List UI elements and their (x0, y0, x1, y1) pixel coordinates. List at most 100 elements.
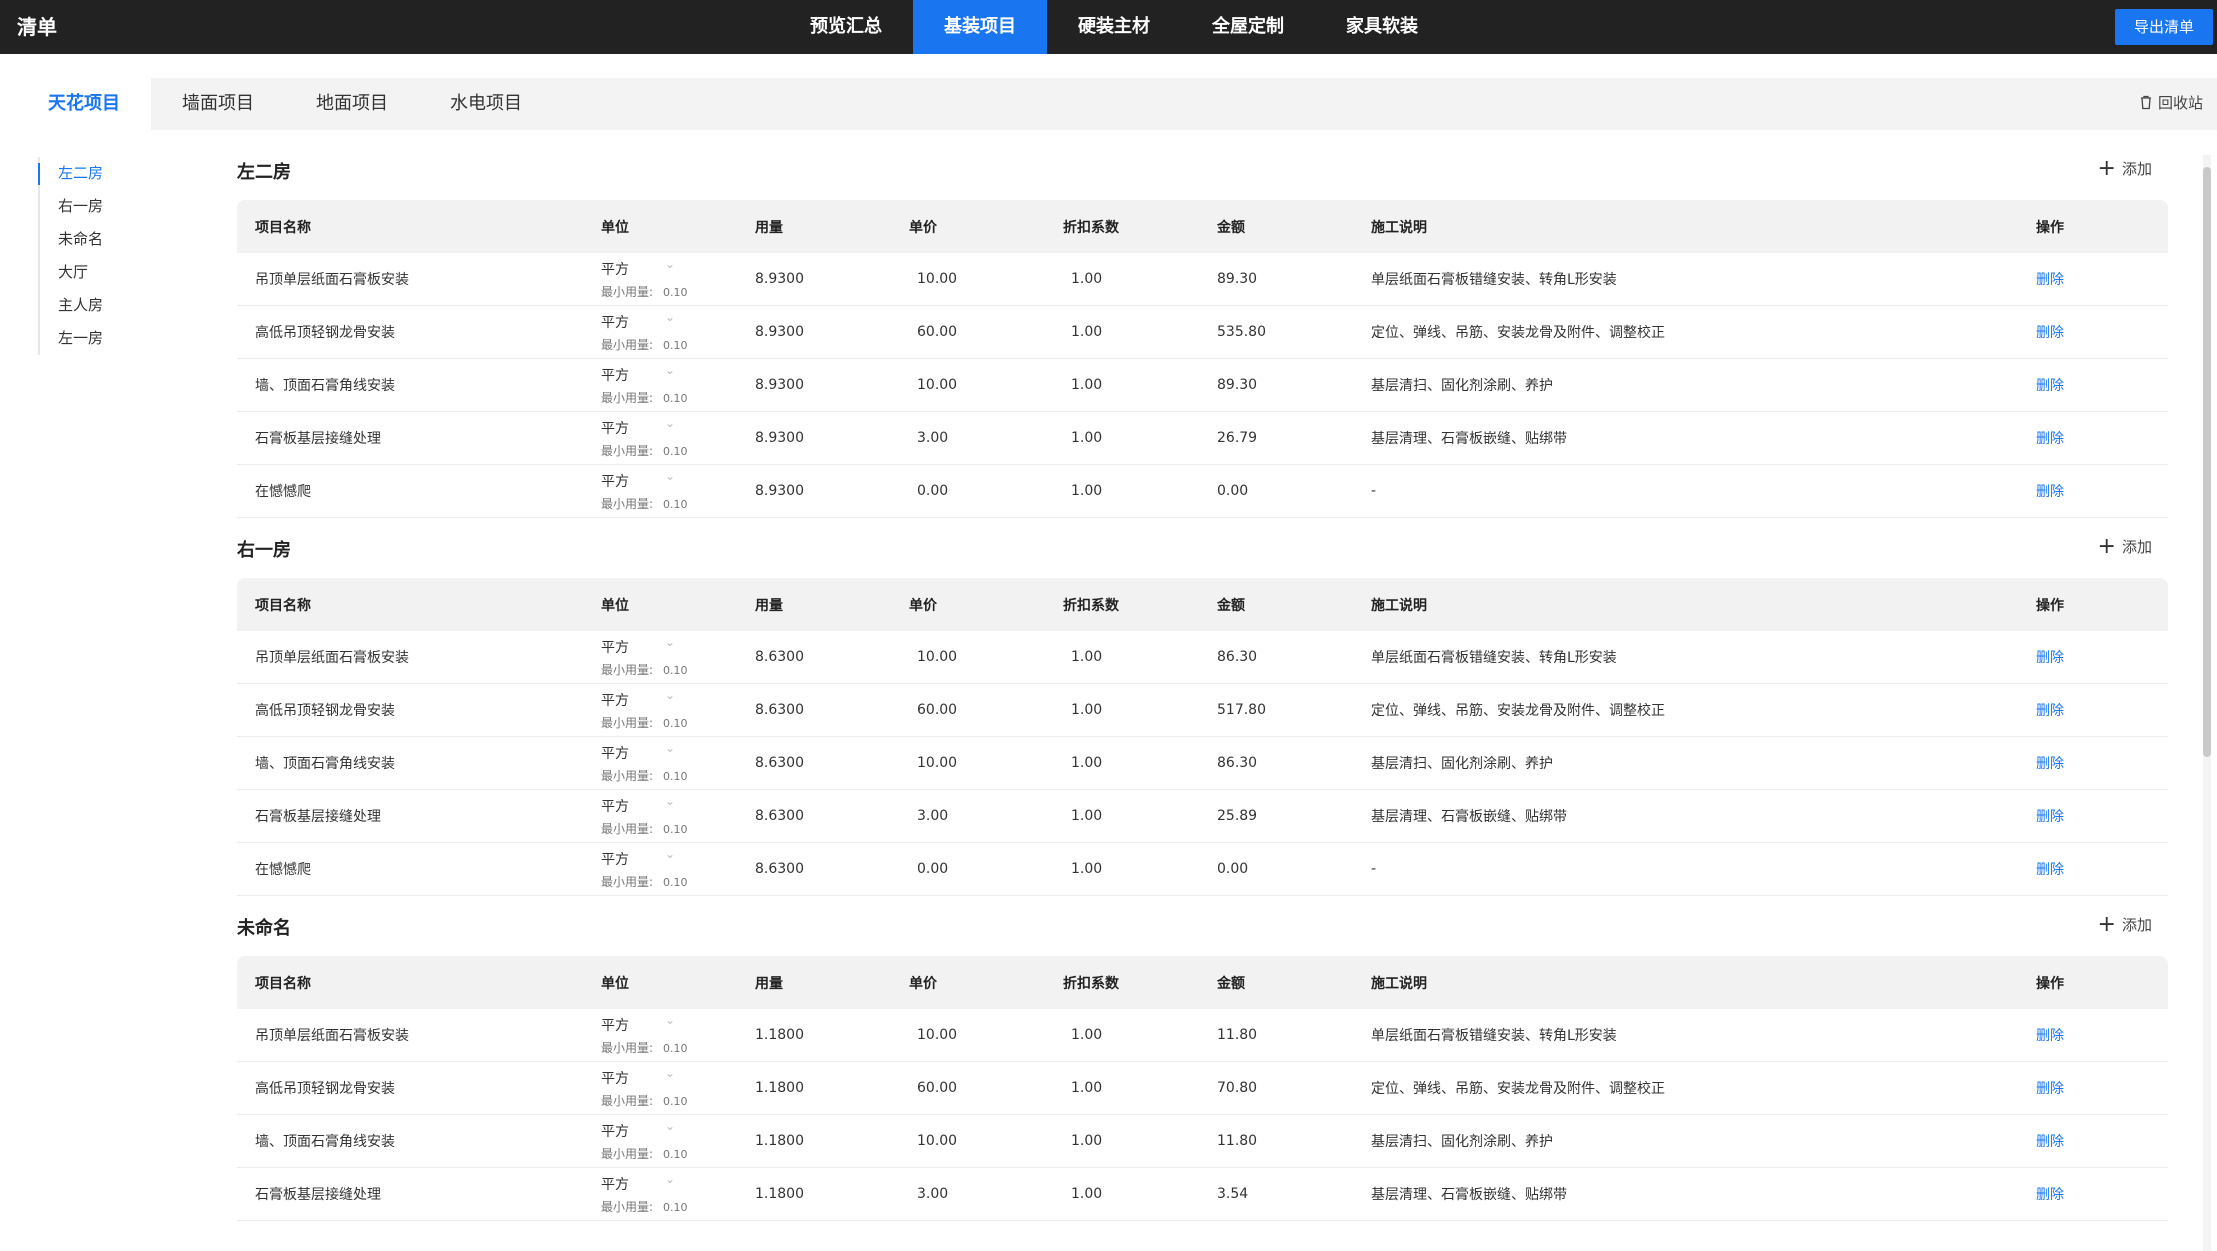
recycle-bin-label: 回收站 (2157, 94, 2203, 112)
scrollbar[interactable] (2203, 155, 2211, 1251)
discount-value: 1.00 (1071, 377, 1103, 393)
delete-button[interactable]: 删除 (2036, 1187, 2064, 1203)
unit-select[interactable]: 平方 ⌄ 最小用量: 0.10 (601, 306, 755, 359)
min-usage-value: 0.10 (663, 769, 688, 783)
quantity-value: 1.1800 (755, 1080, 804, 1096)
table-row: 石膏板基层接缝处理 平方 ⌄ 最小用量: 0.10 1.1800 3.00 1.00 3.54 基… (237, 1168, 2168, 1221)
unit-price-value: 3.00 (917, 430, 949, 446)
min-usage-label: 最小用量: (601, 1199, 654, 1214)
unit-select[interactable]: 平方 ⌄ 最小用量: 0.10 (601, 412, 755, 465)
nav-basic-items[interactable]: 基装项目 (913, 0, 1047, 54)
unit-value: 平方 (601, 1070, 629, 1087)
delete-button[interactable]: 删除 (2036, 650, 2064, 666)
unit-select[interactable]: 平方 ⌄ 最小用量: 0.10 (601, 1009, 755, 1062)
min-usage-label: 最小用量: (601, 443, 654, 458)
unit-select[interactable]: 平方 ⌄ 最小用量: 0.10 (601, 359, 755, 412)
room-item-dating[interactable]: 大厅 (40, 256, 103, 289)
section-title: 左二房 (237, 162, 291, 183)
delete-button[interactable]: 删除 (2036, 862, 2064, 878)
chevron-down-icon: ⌄ (665, 1012, 676, 1027)
unit-price-value: 10.00 (917, 755, 958, 771)
delete-button[interactable]: 删除 (2036, 1134, 2064, 1150)
unit-price-value: 60.00 (917, 324, 958, 340)
quantity-value: 8.6300 (755, 808, 804, 824)
add-item-label: 添加 (2121, 916, 2152, 934)
discount-value: 1.00 (1071, 1186, 1103, 1202)
discount-value: 1.00 (1071, 1133, 1103, 1149)
column-header-amount: 金额 (1217, 219, 1245, 236)
column-header-op: 操作 (2036, 597, 2064, 614)
delete-button[interactable]: 删除 (2036, 809, 2064, 825)
discount-value: 1.00 (1071, 324, 1103, 340)
delete-button[interactable]: 删除 (2036, 1028, 2064, 1044)
delete-button[interactable]: 删除 (2036, 703, 2064, 719)
table-row: 高低吊顶轻钢龙骨安装 平方 ⌄ 最小用量: 0.10 1.1800 60.00 1.00 70.… (237, 1062, 2168, 1115)
export-list-button[interactable]: 导出清单 (2115, 9, 2213, 45)
unit-value: 平方 (601, 1176, 629, 1193)
amount-value: 89.30 (1217, 271, 1258, 287)
nav-preview-summary[interactable]: 预览汇总 (779, 0, 913, 54)
plus-icon: + (2097, 155, 2116, 181)
chevron-down-icon: ⌄ (665, 468, 676, 483)
amount-value: 3.54 (1217, 1186, 1249, 1202)
delete-button[interactable]: 删除 (2036, 1081, 2064, 1097)
recycle-bin-button[interactable]: 回收站 (2139, 92, 2203, 113)
delete-button[interactable]: 删除 (2036, 378, 2064, 394)
room-item-zuoerfang[interactable]: 左二房 (37, 157, 103, 190)
nav-hard-materials[interactable]: 硬装主材 (1047, 0, 1181, 54)
delete-button[interactable]: 删除 (2036, 756, 2064, 772)
unit-select[interactable]: 平方 ⌄ 最小用量: 0.10 (601, 253, 755, 306)
unit-select[interactable]: 平方 ⌄ 最小用量: 0.10 (601, 1115, 755, 1168)
min-usage: 最小用量: 0.10 (601, 1145, 688, 1162)
amount-value: 86.30 (1217, 649, 1258, 665)
unit-price-value: 60.00 (917, 1080, 958, 1096)
app-title: 清单 (17, 15, 57, 39)
add-item-button[interactable]: + 添加 (2097, 911, 2152, 937)
quantity-value: 8.9300 (755, 430, 804, 446)
min-usage-value: 0.10 (663, 1094, 688, 1108)
column-header-desc: 施工说明 (1371, 975, 1427, 992)
add-item-button[interactable]: + 添加 (2098, 535, 2152, 557)
construction-description: 基层清扫、固化剂涂刷、养护 (1371, 1134, 1553, 1150)
delete-button[interactable]: 删除 (2036, 272, 2064, 288)
column-header-qty: 用量 (755, 597, 783, 614)
tab-plumbing-electrical[interactable]: 水电项目 (419, 78, 553, 130)
tab-wall[interactable]: 墙面项目 (151, 78, 285, 130)
category-tabs: 天花项目 墙面项目 地面项目 水电项目 (17, 78, 553, 130)
construction-description: 单层纸面石膏板错缝安装、转角L形安装 (1371, 272, 1617, 288)
unit-select[interactable]: 平方 ⌄ 最小用量: 0.10 (601, 1062, 755, 1115)
unit-select[interactable]: 平方 ⌄ 最小用量: 0.10 (601, 843, 755, 896)
quantity-value: 8.9300 (755, 377, 804, 393)
room-section: 右一房 + 添加 项目名称 单位 用量 单价 折扣系数 金额 施工说明 操作 吊顶单层纸面石膏板安装平… (237, 518, 2168, 896)
item-name: 吊顶单层纸面石膏板安装 (255, 1028, 409, 1044)
column-header-unit: 单位 (601, 597, 629, 614)
unit-select[interactable]: 平方 ⌄ 最小用量: 0.10 (601, 684, 755, 737)
scrollbar-thumb[interactable] (2203, 167, 2211, 757)
unit-select[interactable]: 平方 ⌄ 最小用量: 0.10 (601, 790, 755, 843)
unit-select[interactable]: 平方 ⌄ 最小用量: 0.10 (601, 1168, 755, 1221)
column-header-desc: 施工说明 (1371, 597, 1427, 614)
min-usage: 最小用量: 0.10 (601, 873, 688, 890)
top-nav: 预览汇总 基装项目 硬装主材 全屋定制 家具软装 (779, 0, 1449, 54)
unit-select[interactable]: 平方 ⌄ 最小用量: 0.10 (601, 631, 755, 684)
add-item-button[interactable]: + 添加 (2097, 155, 2152, 181)
room-item-weiming[interactable]: 未命名 (40, 223, 103, 256)
room-item-youyifang[interactable]: 右一房 (40, 190, 103, 223)
plus-icon: + (2097, 911, 2116, 937)
discount-value: 1.00 (1071, 1027, 1103, 1043)
nav-custom-furniture[interactable]: 全屋定制 (1181, 0, 1315, 54)
room-item-zuoyifang[interactable]: 左一房 (40, 322, 103, 355)
delete-button[interactable]: 删除 (2036, 484, 2064, 500)
tab-ceiling[interactable]: 天花项目 (17, 78, 151, 130)
delete-button[interactable]: 删除 (2036, 431, 2064, 447)
min-usage: 最小用量: 0.10 (601, 714, 688, 731)
unit-select[interactable]: 平方 ⌄ 最小用量: 0.10 (601, 737, 755, 790)
unit-value: 平方 (601, 745, 629, 762)
min-usage-label: 最小用量: (601, 390, 654, 405)
room-item-zhurenfang[interactable]: 主人房 (40, 289, 103, 322)
min-usage-value: 0.10 (663, 285, 688, 299)
nav-soft-furnishing[interactable]: 家具软装 (1315, 0, 1449, 54)
unit-select[interactable]: 平方 ⌄ 最小用量: 0.10 (601, 465, 755, 518)
tab-floor[interactable]: 地面项目 (285, 78, 419, 130)
delete-button[interactable]: 删除 (2036, 325, 2064, 341)
